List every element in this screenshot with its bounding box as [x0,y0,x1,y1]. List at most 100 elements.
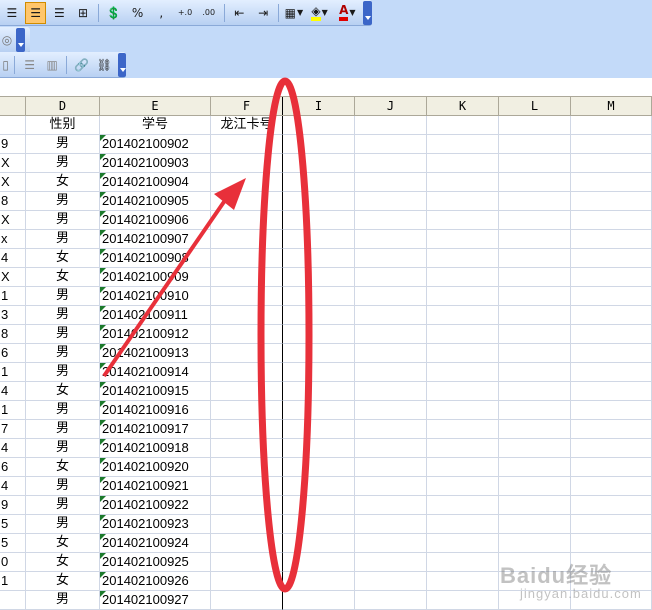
card-number-cell[interactable] [211,306,283,325]
align-right-icon[interactable]: ☰ [48,2,70,24]
gender-cell[interactable]: 男 [26,230,100,249]
cell[interactable] [499,363,571,382]
student-id-cell[interactable]: 201402100908 [100,249,211,268]
cell[interactable] [427,230,499,249]
partial-cell[interactable]: 6 [0,344,26,363]
cell[interactable] [499,211,571,230]
cell[interactable] [355,572,427,591]
cell[interactable] [571,211,652,230]
cell[interactable] [355,306,427,325]
cell[interactable] [283,173,355,192]
cell[interactable] [427,211,499,230]
cell[interactable] [283,306,355,325]
cell[interactable] [571,192,652,211]
cell[interactable] [283,344,355,363]
student-id-cell[interactable]: 201402100915 [100,382,211,401]
cell[interactable] [571,515,652,534]
list-view-icon[interactable]: ☰ [19,54,40,76]
cell[interactable] [283,382,355,401]
decrease-indent-icon[interactable]: ⇤ [229,2,251,24]
gender-cell[interactable]: 女 [26,249,100,268]
gender-cell[interactable]: 男 [26,591,100,610]
partial-cell[interactable]: 1 [0,401,26,420]
partial-cell[interactable]: 8 [0,192,26,211]
cell[interactable] [283,553,355,572]
column-header-l[interactable]: L [499,97,571,115]
cell[interactable] [355,515,427,534]
gender-cell[interactable]: 女 [26,553,100,572]
cell[interactable] [571,135,652,154]
link-icon[interactable]: 🔗 [71,54,92,76]
gender-header-cell[interactable]: 性别 [26,116,100,135]
card-number-cell[interactable] [211,496,283,515]
partial-cell[interactable]: 1 [0,287,26,306]
decrease-decimal-icon[interactable]: .00 [198,2,220,24]
student-id-cell[interactable]: 201402100925 [100,553,211,572]
card-number-cell[interactable] [211,458,283,477]
cell[interactable] [283,268,355,287]
gender-cell[interactable]: 女 [26,173,100,192]
gender-cell[interactable]: 男 [26,420,100,439]
student-id-cell[interactable]: 201402100921 [100,477,211,496]
partial-cell[interactable]: 1 [0,363,26,382]
column-header-j[interactable]: J [355,97,427,115]
student-id-cell[interactable]: 201402100907 [100,230,211,249]
cell[interactable] [427,477,499,496]
gender-cell[interactable]: 男 [26,496,100,515]
cell[interactable] [499,135,571,154]
cell[interactable] [499,458,571,477]
student-id-cell[interactable]: 201402100924 [100,534,211,553]
cell[interactable] [283,230,355,249]
partial-cell[interactable]: 1 [0,572,26,591]
increase-decimal-icon[interactable]: +.0 [174,2,196,24]
partial-cell[interactable]: 4 [0,439,26,458]
cell[interactable] [427,401,499,420]
card-number-cell[interactable] [211,268,283,287]
cell[interactable] [571,287,652,306]
cell[interactable] [571,306,652,325]
cell[interactable] [427,458,499,477]
cell[interactable] [427,249,499,268]
cell[interactable] [427,420,499,439]
cell[interactable] [283,363,355,382]
cell[interactable] [499,420,571,439]
cell[interactable] [571,249,652,268]
cell[interactable] [499,306,571,325]
cell[interactable] [283,192,355,211]
cell[interactable] [571,116,652,135]
card-number-cell[interactable] [211,439,283,458]
partial-cell[interactable] [0,591,26,610]
unlink-icon[interactable]: ⛓ [94,54,115,76]
card-number-cell[interactable] [211,135,283,154]
cell[interactable] [571,439,652,458]
student-id-header-cell[interactable]: 学号 [100,116,211,135]
cell[interactable] [571,344,652,363]
cell[interactable] [355,458,427,477]
card-number-cell[interactable] [211,534,283,553]
student-id-cell[interactable]: 201402100916 [100,401,211,420]
cell[interactable] [283,211,355,230]
cell[interactable] [499,116,571,135]
cell[interactable] [283,439,355,458]
cell[interactable] [355,382,427,401]
comma-style-button[interactable]: , [150,2,172,24]
card-number-cell[interactable] [211,420,283,439]
student-id-cell[interactable]: 201402100905 [100,192,211,211]
cell[interactable] [427,306,499,325]
cell[interactable] [283,496,355,515]
column-header-partial[interactable] [0,97,26,115]
column-header-f[interactable]: F [211,97,283,115]
student-id-cell[interactable]: 201402100918 [100,439,211,458]
gender-cell[interactable]: 男 [26,211,100,230]
student-id-cell[interactable]: 201402100912 [100,325,211,344]
cell[interactable] [499,268,571,287]
cell[interactable] [571,401,652,420]
student-id-cell[interactable]: 201402100922 [100,496,211,515]
gender-cell[interactable]: 男 [26,325,100,344]
card-number-cell[interactable] [211,211,283,230]
cell[interactable] [355,154,427,173]
cell[interactable] [427,173,499,192]
percent-style-button[interactable]: % [127,2,149,24]
cell[interactable] [427,572,499,591]
cell[interactable] [427,268,499,287]
